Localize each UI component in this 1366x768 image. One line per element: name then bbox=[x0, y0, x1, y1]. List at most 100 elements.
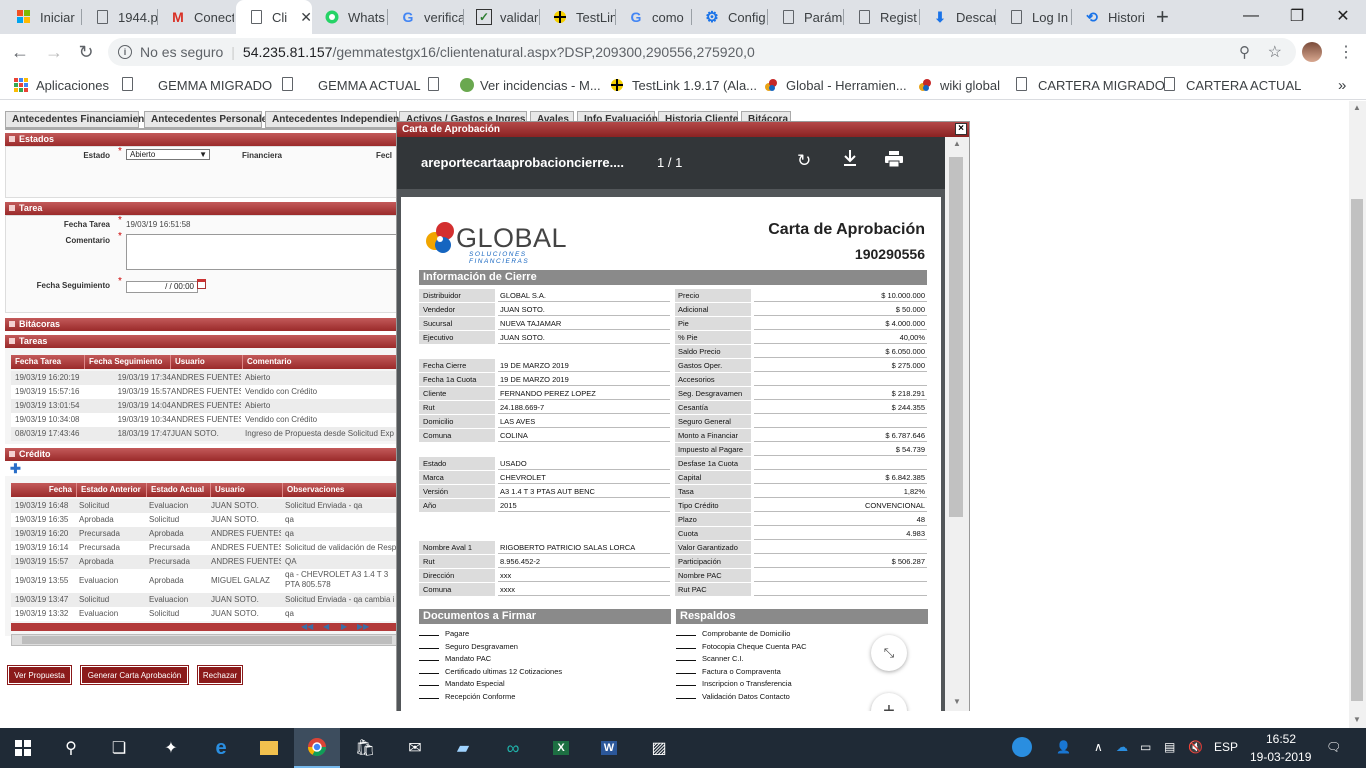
table-row[interactable]: 19/03/19 13:32 Evaluacion Solicitud JUAN SO… bbox=[11, 607, 397, 621]
update-icon[interactable] bbox=[1012, 737, 1032, 757]
fit-to-page-button[interactable]: ⤡ bbox=[871, 635, 907, 671]
bookmark-item[interactable]: wiki global bbox=[918, 76, 1000, 94]
horizontal-scrollbar[interactable] bbox=[11, 634, 397, 646]
column-header[interactable]: Usuario bbox=[171, 355, 243, 369]
column-header[interactable]: Fecha bbox=[11, 483, 77, 497]
battery-icon[interactable]: ▭ bbox=[1140, 740, 1151, 754]
bookmark-item[interactable]: GEMMA ACTUAL bbox=[282, 76, 421, 94]
column-header[interactable]: Comentario bbox=[243, 355, 397, 369]
photos-icon[interactable]: ▨ bbox=[636, 728, 682, 768]
profile-avatar[interactable] bbox=[1302, 42, 1322, 62]
browser-tab[interactable]: ⬇ Descar bbox=[920, 0, 996, 34]
bookmark-item[interactable]: Ver incidencias - M... bbox=[428, 76, 601, 94]
column-header[interactable]: Fecha Tarea bbox=[11, 355, 85, 369]
table-row[interactable]: 19/03/19 15:57:16 19/03/19 15:57 ANDRES FU… bbox=[11, 385, 397, 399]
menu-icon[interactable]: ⋮ bbox=[1338, 42, 1354, 62]
people-icon[interactable]: 👤 bbox=[1056, 740, 1071, 754]
last-page-icon[interactable]: ▶▶ bbox=[357, 622, 369, 631]
maximize-button[interactable]: ❐ bbox=[1274, 0, 1320, 32]
edge-icon[interactable]: e bbox=[198, 728, 244, 768]
column-header[interactable]: Estado Actual bbox=[147, 483, 211, 497]
tab-antecedentes-financiamiento[interactable]: Antecedentes Financiamiento bbox=[5, 111, 154, 128]
browser-tab[interactable]: 1944.p bbox=[82, 0, 158, 34]
browser-tab[interactable]: ✓ validar bbox=[464, 0, 540, 34]
page-scrollbar[interactable]: ▲ ▼ bbox=[1349, 101, 1366, 728]
start-button[interactable] bbox=[0, 728, 46, 768]
tab-antecedentes-independiente[interactable]: Antecedentes Independiente bbox=[265, 111, 408, 128]
browser-tab-active[interactable]: Cli ✕ bbox=[236, 0, 312, 34]
column-header[interactable]: Estado Anterior bbox=[77, 483, 147, 497]
calendar-icon[interactable] bbox=[197, 279, 206, 289]
column-header[interactable]: Fecha Seguimiento bbox=[85, 355, 171, 369]
scroll-thumb[interactable] bbox=[949, 157, 963, 517]
language-indicator[interactable]: ESP bbox=[1214, 740, 1238, 754]
prev-page-icon[interactable]: ◀ bbox=[323, 622, 329, 631]
table-row[interactable]: 19/03/19 13:55 Evaluacion Aprobada MIGUEL G… bbox=[11, 569, 397, 593]
word-icon[interactable]: W bbox=[586, 728, 632, 768]
notifications-icon[interactable]: 🗨 bbox=[1326, 740, 1341, 754]
table-row[interactable]: 08/03/19 17:43:46 18/03/19 17:47 JUAN SOTO… bbox=[11, 427, 397, 441]
scroll-down-icon[interactable]: ▼ bbox=[1353, 715, 1361, 724]
browser-tab[interactable]: G como bbox=[616, 0, 692, 34]
rechazar-button[interactable]: Rechazar bbox=[197, 665, 243, 685]
back-button[interactable]: ← bbox=[8, 40, 32, 64]
minimize-button[interactable]: — bbox=[1228, 0, 1274, 32]
scroll-up-icon[interactable]: ▲ bbox=[953, 139, 961, 148]
column-header[interactable]: Usuario bbox=[211, 483, 283, 497]
clock-date[interactable]: 19-03-2019 bbox=[1250, 750, 1311, 764]
browser-tab[interactable]: Iniciar bbox=[4, 0, 82, 34]
bookmark-item[interactable]: Aplicaciones bbox=[14, 76, 109, 94]
browser-tab[interactable]: M Conect bbox=[158, 0, 234, 34]
onedrive-icon[interactable]: ☁ bbox=[1116, 740, 1128, 754]
dropbox-icon[interactable]: ✦ bbox=[148, 728, 194, 768]
info-icon[interactable]: i bbox=[118, 45, 132, 59]
browser-tab[interactable]: Parám bbox=[768, 0, 844, 34]
table-row[interactable]: 19/03/19 16:35 Aprobada Solicitud JUAN SOTO… bbox=[11, 513, 397, 527]
rotate-icon[interactable]: ↻ bbox=[797, 151, 811, 171]
network-icon[interactable]: ▤ bbox=[1164, 740, 1175, 754]
bookmark-item[interactable]: CARTERA ACTUAL bbox=[1164, 76, 1301, 94]
excel-icon[interactable]: X bbox=[538, 728, 584, 768]
fecha-seguimiento-input[interactable]: / / 00:00 bbox=[126, 281, 198, 293]
table-row[interactable]: 19/03/19 16:20:19 19/03/19 17:34 ANDRES FU… bbox=[11, 371, 397, 385]
table-row[interactable]: 19/03/19 16:48 Solicitud Evaluacion JUAN SO… bbox=[11, 499, 397, 513]
browser-tab[interactable]: TestLin bbox=[540, 0, 616, 34]
column-header[interactable]: Observaciones bbox=[283, 483, 397, 497]
new-tab-button[interactable]: + bbox=[1150, 0, 1180, 34]
bookmark-item[interactable]: Global - Herramien... bbox=[764, 76, 907, 94]
print-icon[interactable] bbox=[885, 151, 903, 170]
dialog-scrollbar[interactable]: ▲ ▼ bbox=[945, 137, 969, 711]
browser-tab[interactable]: Whats bbox=[312, 0, 388, 34]
tray-expand-icon[interactable]: ∧ bbox=[1094, 740, 1103, 754]
add-plus-icon[interactable]: ✚ bbox=[10, 462, 21, 475]
reload-button[interactable]: ↻ bbox=[74, 40, 98, 64]
scroll-down-icon[interactable]: ▼ bbox=[953, 697, 961, 706]
browser-tab[interactable]: ⟲ Histori bbox=[1072, 0, 1146, 34]
store-icon[interactable]: 🛍 bbox=[342, 728, 388, 768]
forward-button[interactable]: → bbox=[42, 40, 66, 64]
volume-icon[interactable]: 🔇 bbox=[1188, 740, 1203, 754]
mail-icon[interactable]: ✉ bbox=[392, 728, 438, 768]
bookmark-star-icon[interactable]: ☆ bbox=[1268, 42, 1282, 62]
table-row[interactable]: 19/03/19 13:47 Solicitud Evaluacion JUAN SO… bbox=[11, 593, 397, 607]
bookmark-item[interactable]: GEMMA MIGRADO bbox=[122, 76, 272, 94]
next-page-icon[interactable]: ▶ bbox=[341, 622, 347, 631]
bookmark-item[interactable]: CARTERA MIGRADO bbox=[1016, 76, 1165, 94]
zoom-icon[interactable]: ⚲ bbox=[1239, 43, 1250, 61]
task-view-icon[interactable]: ❏ bbox=[96, 728, 142, 768]
browser-tab[interactable]: G verifica bbox=[388, 0, 464, 34]
close-window-button[interactable]: ✕ bbox=[1320, 0, 1366, 32]
table-row[interactable]: 19/03/19 13:01:54 19/03/19 14:04 ANDRES FU… bbox=[11, 399, 397, 413]
dialog-close-button[interactable]: × bbox=[955, 123, 967, 135]
arduino-icon[interactable]: ∞ bbox=[490, 728, 536, 768]
table-row[interactable]: 19/03/19 10:34:08 19/03/19 10:34 ANDRES FU… bbox=[11, 413, 397, 427]
address-bar[interactable]: i No es seguro | 54.235.81.157 /gemmates… bbox=[108, 38, 1296, 66]
scroll-thumb[interactable] bbox=[1351, 199, 1363, 701]
estado-select[interactable]: Abierto ▼ bbox=[126, 149, 210, 160]
comentario-textarea[interactable] bbox=[126, 234, 398, 270]
sticky-app-icon[interactable]: ▰ bbox=[440, 728, 486, 768]
ver-propuesta-button[interactable]: Ver Propuesta bbox=[7, 665, 72, 685]
download-icon[interactable] bbox=[842, 149, 858, 172]
search-icon[interactable]: ⚲ bbox=[48, 728, 94, 768]
bookmarks-overflow[interactable]: » bbox=[1338, 76, 1346, 94]
